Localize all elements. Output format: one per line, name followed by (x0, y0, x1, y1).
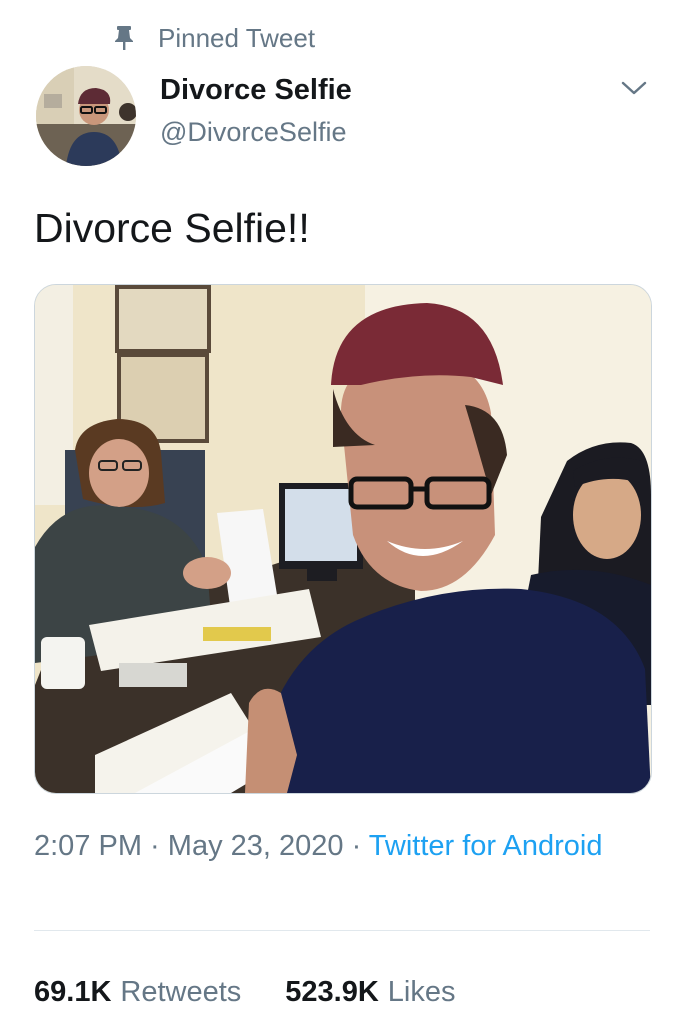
author-display-name[interactable]: Divorce Selfie (160, 74, 352, 107)
tweet-timestamp-source: 2:07 PM · May 23, 2020 · Twitter for And… (34, 826, 634, 867)
tweet-text: Divorce Selfie!! (34, 205, 310, 251)
tweet-source-link[interactable]: Twitter for Android (369, 830, 603, 862)
divider (34, 930, 650, 931)
retweets-label: Retweets (120, 976, 242, 1008)
pin-icon (112, 24, 136, 52)
avatar[interactable] (36, 66, 136, 166)
tweet-date[interactable]: May 23, 2020 (168, 830, 344, 862)
retweets-count: 69.1K (34, 976, 112, 1008)
likes-label: Likes (387, 976, 456, 1008)
meta-separator: · (142, 830, 168, 862)
pinned-label: Pinned Tweet (158, 22, 316, 53)
tweet-time[interactable]: 2:07 PM (34, 830, 142, 862)
retweets-stat[interactable]: 69.1K Retweets (34, 976, 241, 1009)
likes-stat[interactable]: 523.9K Likes (285, 976, 455, 1009)
meta-separator-2: · (343, 830, 369, 862)
likes-count: 523.9K (285, 976, 379, 1008)
author-handle[interactable]: @DivorceSelfie (160, 117, 346, 148)
pinned-tweet-indicator: Pinned Tweet (112, 22, 315, 54)
tweet-photo[interactable] (34, 284, 652, 794)
tweet-stats: 69.1K Retweets 523.9K Likes (34, 976, 500, 1009)
tweet-options-button[interactable] (616, 76, 652, 104)
chevron-down-icon (621, 80, 647, 101)
